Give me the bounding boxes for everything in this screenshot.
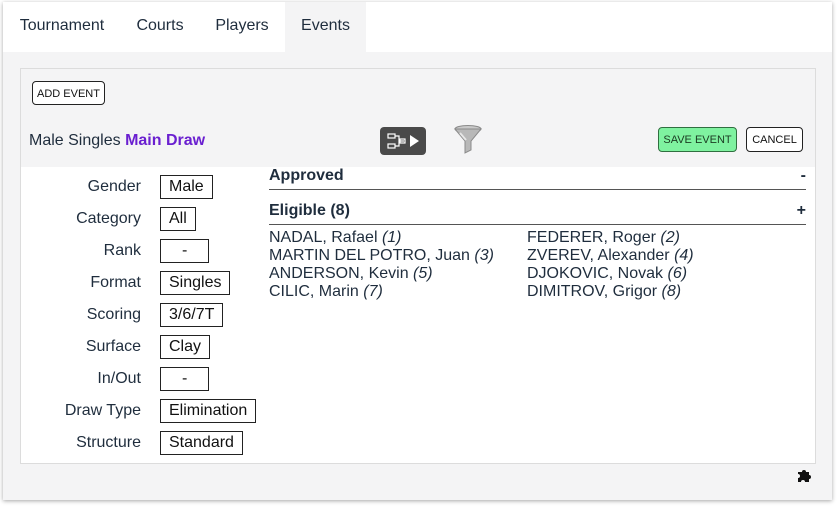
draw-type-label: Draw Type: [64, 402, 141, 419]
player-seed: (3): [474, 247, 494, 264]
player-name: CILIC, Marin: [269, 283, 359, 300]
player-name: NADAL, Rafael: [269, 229, 378, 246]
event-title-prefix: Male Singles: [29, 132, 121, 149]
structure-label: Structure: [76, 434, 141, 451]
tab-courts[interactable]: Courts: [121, 2, 199, 52]
player-seed: (5): [413, 265, 433, 282]
tab-bar: Tournament Courts Players Events: [3, 2, 832, 52]
player-name: ZVEREV, Alexander: [527, 247, 670, 264]
category-label: Category: [76, 210, 141, 227]
player-item[interactable]: CILIC, Marin (7): [269, 283, 383, 301]
surface-select[interactable]: Clay: [160, 335, 211, 359]
puzzle-piece-icon[interactable]: [795, 466, 813, 484]
inout-select[interactable]: -: [160, 367, 210, 391]
player-seed: (1): [381, 229, 402, 246]
player-name: ANDERSON, Kevin: [269, 265, 409, 282]
category-select[interactable]: All: [160, 207, 196, 231]
structure-select[interactable]: Standard: [160, 431, 243, 455]
scoring-label: Scoring: [86, 306, 141, 323]
event-title: Male Singles Main Draw: [29, 132, 205, 150]
player-seed: (6): [667, 265, 688, 282]
add-event-button[interactable]: ADD EVENT: [32, 81, 105, 105]
player-item[interactable]: MARTIN DEL POTRO, Juan (3): [269, 247, 494, 265]
player-item[interactable]: DIMITROV, Grigor (8): [527, 283, 681, 301]
eligible-title: Eligible (8): [269, 202, 350, 219]
scoring-select[interactable]: 3/6/7T: [160, 303, 224, 327]
gender-select[interactable]: Male: [160, 175, 213, 199]
save-event-button[interactable]: SAVE EVENT: [658, 127, 737, 152]
rank-label: Rank: [103, 242, 141, 259]
tab-events[interactable]: Events: [285, 2, 366, 52]
surface-label: Surface: [85, 338, 141, 355]
player-seed: (8): [661, 283, 682, 300]
gender-label: Gender: [87, 178, 141, 195]
tab-players[interactable]: Players: [199, 2, 285, 52]
player-name: DJOKOVIC, Novak: [527, 265, 664, 282]
cancel-button[interactable]: CANCEL: [746, 127, 803, 152]
filter-funnel-icon[interactable]: [453, 124, 483, 156]
player-item[interactable]: FEDERER, Roger (2): [527, 229, 680, 247]
event-title-draw: Main Draw: [125, 132, 206, 149]
event-toolbar: ADD EVENT: [21, 69, 815, 115]
eligible-expand-button[interactable]: +: [797, 202, 806, 220]
tab-tournament[interactable]: Tournament: [3, 2, 121, 52]
player-seed: (4): [674, 247, 694, 264]
draw-type-select[interactable]: Elimination: [160, 399, 257, 423]
event-header: Male Singles Main Draw SAVE EVENT CANCEL: [21, 115, 815, 167]
draw-bracket-play-icon[interactable]: [380, 127, 426, 155]
player-name: DIMITROV, Grigor: [527, 283, 658, 300]
player-name: FEDERER, Roger: [527, 229, 656, 246]
approved-title: Approved: [269, 167, 344, 184]
rank-select[interactable]: -: [160, 239, 210, 263]
event-panel: ADD EVENT Male Singles Main Draw SAVE EV…: [20, 68, 816, 464]
format-select[interactable]: Singles: [160, 271, 231, 295]
app-frame: Tournament Courts Players Events ADD EVE…: [3, 2, 832, 500]
player-item[interactable]: ZVEREV, Alexander (4): [527, 247, 694, 265]
approved-collapse-button[interactable]: -: [801, 167, 806, 185]
approved-section: Approved -: [269, 167, 806, 190]
player-item[interactable]: NADAL, Rafael (1): [269, 229, 402, 247]
player-seed: (7): [363, 283, 383, 300]
eligible-section: Eligible (8) +: [269, 202, 806, 225]
inout-label: In/Out: [97, 370, 141, 387]
player-name: MARTIN DEL POTRO, Juan: [269, 247, 470, 264]
player-item[interactable]: ANDERSON, Kevin (5): [269, 265, 433, 283]
player-item[interactable]: DJOKOVIC, Novak (6): [527, 265, 687, 283]
format-label: Format: [90, 274, 141, 291]
player-seed: (2): [660, 229, 680, 246]
